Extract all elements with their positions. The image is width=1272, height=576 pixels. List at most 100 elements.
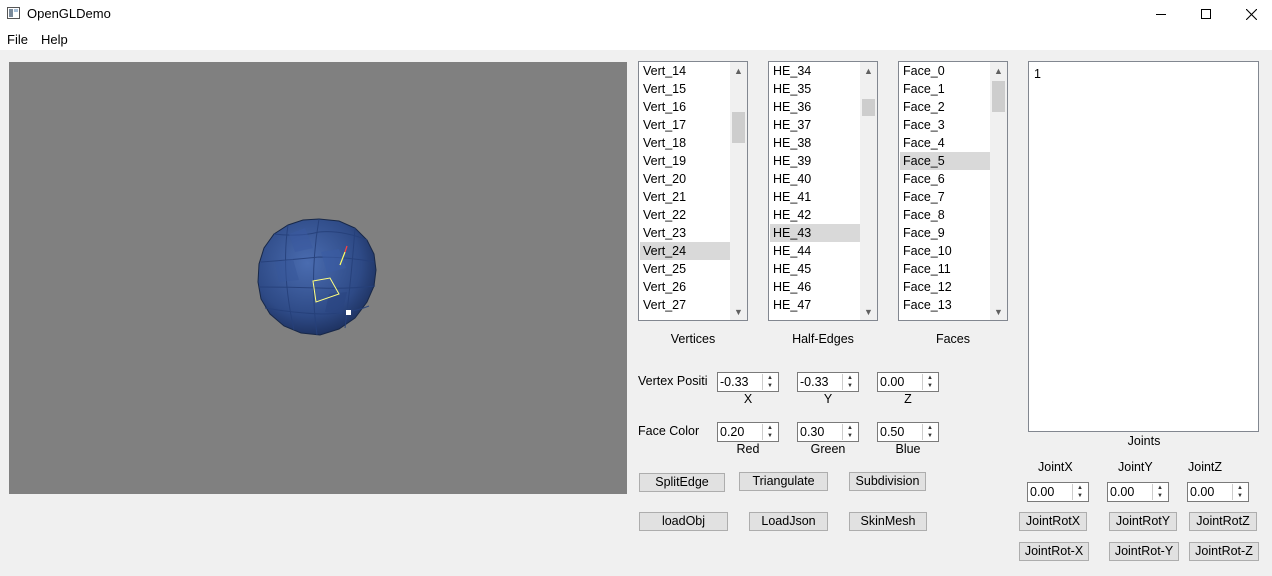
halfedges-list-item[interactable]: HE_41: [770, 188, 860, 206]
halfedges-list-item[interactable]: HE_44: [770, 242, 860, 260]
joints-tree[interactable]: 1: [1028, 61, 1259, 432]
joint-rot-x-button[interactable]: JointRotX: [1019, 512, 1087, 531]
menu-file[interactable]: File: [7, 32, 28, 47]
joint-rot-neg-y-button[interactable]: JointRot-Y: [1109, 542, 1179, 561]
spin-up-icon[interactable]: ▲: [923, 374, 937, 382]
joint-x-input[interactable]: [1028, 483, 1074, 501]
halfedges-list-item[interactable]: HE_38: [770, 134, 860, 152]
vertices-list-item[interactable]: Vert_17: [640, 116, 730, 134]
scroll-thumb[interactable]: [732, 112, 745, 143]
halfedges-list-item[interactable]: HE_47: [770, 296, 860, 314]
joint-rot-neg-z-button[interactable]: JointRot-Z: [1189, 542, 1259, 561]
face-red-input[interactable]: [718, 423, 764, 441]
joint-z-input[interactable]: [1188, 483, 1234, 501]
faces-scrollbar[interactable]: ▲ ▼: [990, 62, 1007, 320]
faces-list-item[interactable]: Face_2: [900, 98, 990, 116]
faces-list-item[interactable]: Face_9: [900, 224, 990, 242]
halfedges-list-item[interactable]: HE_36: [770, 98, 860, 116]
faces-list-item[interactable]: Face_10: [900, 242, 990, 260]
gl-viewport[interactable]: [9, 62, 627, 494]
faces-list-item[interactable]: Face_3: [900, 116, 990, 134]
scroll-down-icon[interactable]: ▼: [730, 303, 747, 320]
vertex-x-input[interactable]: [718, 373, 764, 391]
spin-up-icon[interactable]: ▲: [843, 424, 857, 432]
faces-list[interactable]: Face_0 Face_1 Face_2 Face_3 Face_4 Face_5 Face…: [898, 61, 1008, 321]
faces-list-item[interactable]: Face_7: [900, 188, 990, 206]
halfedges-list-item[interactable]: HE_37: [770, 116, 860, 134]
scroll-down-icon[interactable]: ▼: [860, 303, 877, 320]
subdivision-button[interactable]: Subdivision: [849, 472, 926, 491]
joint-rot-z-button[interactable]: JointRotZ: [1189, 512, 1257, 531]
joint-z-spinbox[interactable]: ▲▼: [1187, 482, 1249, 502]
halfedges-list-item[interactable]: HE_43: [770, 224, 860, 242]
scroll-down-icon[interactable]: ▼: [990, 303, 1007, 320]
halfedges-list-item[interactable]: HE_35: [770, 80, 860, 98]
face-green-spinbox[interactable]: ▲▼: [797, 422, 859, 442]
joint-tree-item[interactable]: 1: [1034, 67, 1041, 81]
load-json-button[interactable]: LoadJson: [749, 512, 828, 531]
vertex-y-spinbox[interactable]: ▲▼: [797, 372, 859, 392]
spin-up-icon[interactable]: ▲: [923, 424, 937, 432]
vertices-list-item[interactable]: Vert_24: [640, 242, 730, 260]
faces-list-item[interactable]: Face_6: [900, 170, 990, 188]
vertices-list-item[interactable]: Vert_18: [640, 134, 730, 152]
spin-up-icon[interactable]: ▲: [1233, 484, 1247, 492]
face-blue-spinbox[interactable]: ▲▼: [877, 422, 939, 442]
face-green-input[interactable]: [798, 423, 844, 441]
faces-list-item[interactable]: Face_13: [900, 296, 990, 314]
faces-list-item[interactable]: Face_5: [900, 152, 990, 170]
vertices-list-item[interactable]: Vert_15: [640, 80, 730, 98]
maximize-button[interactable]: [1183, 0, 1229, 28]
halfedges-list-item[interactable]: HE_42: [770, 206, 860, 224]
faces-list-item[interactable]: Face_8: [900, 206, 990, 224]
vertices-list-item[interactable]: Vert_20: [640, 170, 730, 188]
halfedges-list-item[interactable]: HE_34: [770, 62, 860, 80]
halfedges-list-item[interactable]: HE_46: [770, 278, 860, 296]
vertices-list-item[interactable]: Vert_16: [640, 98, 730, 116]
faces-list-item[interactable]: Face_0: [900, 62, 990, 80]
joint-y-input[interactable]: [1108, 483, 1154, 501]
spin-up-icon[interactable]: ▲: [1153, 484, 1167, 492]
spin-down-icon[interactable]: ▼: [843, 382, 857, 390]
vertices-list-item[interactable]: Vert_27: [640, 296, 730, 314]
spin-down-icon[interactable]: ▼: [1153, 492, 1167, 500]
vertices-list-item[interactable]: Vert_19: [640, 152, 730, 170]
joint-y-spinbox[interactable]: ▲▼: [1107, 482, 1169, 502]
close-button[interactable]: [1228, 0, 1272, 28]
scroll-up-icon[interactable]: ▲: [730, 62, 747, 79]
scroll-up-icon[interactable]: ▲: [990, 62, 1007, 79]
vertices-list-item[interactable]: Vert_25: [640, 260, 730, 278]
skin-mesh-button[interactable]: SkinMesh: [849, 512, 927, 531]
vertices-list-item[interactable]: Vert_26: [640, 278, 730, 296]
menu-help[interactable]: Help: [41, 32, 68, 47]
face-blue-input[interactable]: [878, 423, 924, 441]
halfedges-list-item[interactable]: HE_40: [770, 170, 860, 188]
vertex-z-input[interactable]: [878, 373, 924, 391]
halfedges-scrollbar[interactable]: ▲ ▼: [860, 62, 877, 320]
load-obj-button[interactable]: loadObj: [639, 512, 728, 531]
halfedges-list-item[interactable]: HE_45: [770, 260, 860, 278]
vertices-scrollbar[interactable]: ▲ ▼: [730, 62, 747, 320]
scroll-up-icon[interactable]: ▲: [860, 62, 877, 79]
vertices-list-item[interactable]: Vert_21: [640, 188, 730, 206]
halfedges-list[interactable]: HE_34 HE_35 HE_36 HE_37 HE_38 HE_39 HE_40 HE_41…: [768, 61, 878, 321]
spin-down-icon[interactable]: ▼: [923, 382, 937, 390]
triangulate-button[interactable]: Triangulate: [739, 472, 828, 491]
spin-down-icon[interactable]: ▼: [843, 432, 857, 440]
faces-list-item[interactable]: Face_1: [900, 80, 990, 98]
spin-down-icon[interactable]: ▼: [1073, 492, 1087, 500]
vertex-x-spinbox[interactable]: ▲▼: [717, 372, 779, 392]
vertices-list-item[interactable]: Vert_14: [640, 62, 730, 80]
vertices-list[interactable]: Vert_14 Vert_15 Vert_16 Vert_17 Vert_18 Vert_…: [638, 61, 748, 321]
joint-rot-neg-x-button[interactable]: JointRot-X: [1019, 542, 1089, 561]
faces-list-item[interactable]: Face_4: [900, 134, 990, 152]
spin-up-icon[interactable]: ▲: [763, 374, 777, 382]
spin-up-icon[interactable]: ▲: [843, 374, 857, 382]
spin-down-icon[interactable]: ▼: [763, 382, 777, 390]
vertex-y-input[interactable]: [798, 373, 844, 391]
spin-up-icon[interactable]: ▲: [763, 424, 777, 432]
spin-up-icon[interactable]: ▲: [1073, 484, 1087, 492]
split-edge-button[interactable]: SplitEdge: [639, 473, 725, 492]
spin-down-icon[interactable]: ▼: [1233, 492, 1247, 500]
vertex-z-spinbox[interactable]: ▲▼: [877, 372, 939, 392]
